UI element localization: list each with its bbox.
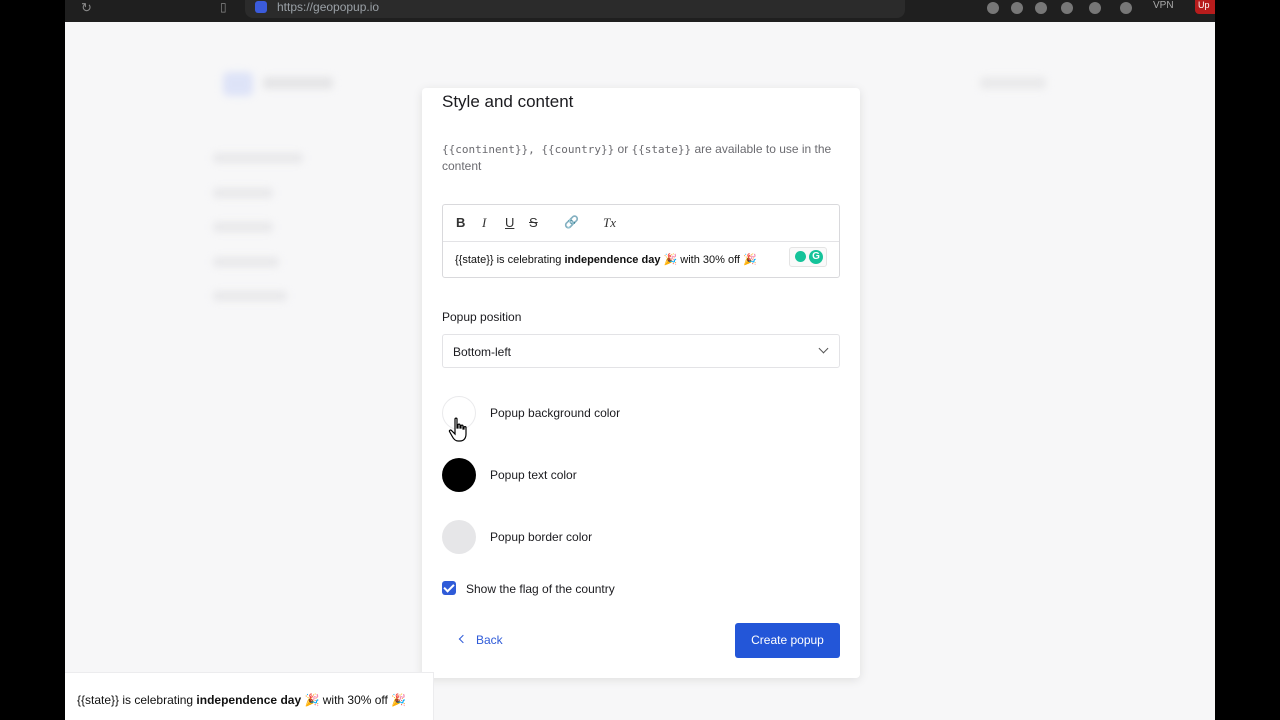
sidebar-item [213, 222, 273, 232]
sidebar-item [213, 188, 273, 198]
address-url[interactable]: https://geopopup.io [277, 0, 379, 14]
bookmark-icon[interactable]: ▯ [220, 0, 227, 14]
preview-text-end: 🎉 with 30% off 🎉 [301, 693, 407, 707]
show-flag-checkbox[interactable] [442, 581, 456, 595]
create-popup-button[interactable]: Create popup [735, 623, 840, 658]
popup-position-label: Popup position [442, 310, 522, 324]
grammarly-widget[interactable]: G [789, 247, 827, 267]
content-text-end: 🎉 with 30% off 🎉 [660, 254, 757, 266]
popup-position-select[interactable]: Bottom-left [442, 334, 840, 368]
clear-format-button[interactable]: Tx [603, 215, 616, 231]
show-flag-label[interactable]: Show the flag of the country [466, 582, 615, 596]
grammarly-bulb-icon[interactable] [795, 251, 806, 262]
variables-hint: {{continent}}, {{country}} or {{state}} … [442, 141, 842, 175]
style-content-modal: Style and content {{continent}}, {{count… [422, 88, 860, 678]
reload-icon[interactable]: ↻ [81, 0, 92, 16]
editor-toolbar: B I U S 🔗 Tx [443, 205, 839, 242]
header-menu-placeholder [980, 77, 1046, 89]
rich-text-editor: B I U S 🔗 Tx {{state}} is celebrating in… [442, 204, 840, 278]
hint-state: {{state}} [631, 143, 692, 156]
text-color-swatch[interactable] [442, 458, 476, 492]
border-color-swatch[interactable] [442, 520, 476, 554]
bold-button[interactable]: B [456, 215, 465, 230]
sidebar-icon[interactable] [1089, 2, 1101, 14]
preview-text-start: {{state}} is celebrating [77, 693, 197, 707]
background-color-label: Popup background color [490, 406, 621, 420]
extension-icon[interactable] [1011, 2, 1023, 14]
italic-button[interactable]: I [482, 215, 486, 231]
popup-position-value: Bottom-left [453, 345, 512, 359]
chevron-left-icon[interactable] [458, 634, 468, 644]
grammarly-icon[interactable]: G [809, 250, 823, 264]
hand-pointer-icon [448, 417, 467, 442]
brand-name-placeholder [263, 77, 333, 89]
underline-button[interactable]: U [505, 215, 514, 230]
browser-toolbar: ↻ ▯ https://geopopup.io VPN Up [65, 0, 1215, 22]
site-favicon-icon [255, 1, 267, 13]
chevron-down-icon [818, 343, 829, 354]
back-button[interactable]: Back [476, 633, 503, 647]
border-color-label: Popup border color [490, 530, 593, 544]
text-color-label: Popup text color [490, 468, 577, 482]
vpn-badge[interactable]: VPN [1153, 0, 1174, 11]
screen: ↻ ▯ https://geopopup.io VPN Up Style and… [0, 0, 1280, 720]
hint-or: or [614, 142, 632, 156]
sidebar-item [213, 257, 279, 267]
hint-variables: {{continent}}, {{country}} [442, 143, 615, 156]
content-bold-text: independence day [564, 254, 661, 266]
puzzle-icon[interactable] [1061, 2, 1073, 14]
sidebar-item [213, 291, 287, 301]
update-badge[interactable]: Up [1195, 0, 1215, 14]
link-button[interactable]: 🔗 [564, 215, 579, 229]
modal-title: Style and content [442, 92, 574, 111]
strikethrough-button[interactable]: S [529, 215, 538, 230]
popup-preview[interactable]: {{state}} is celebrating independence da… [65, 672, 434, 720]
preview-text-bold: independence day [196, 693, 302, 707]
content-text: {{state}} is celebrating [455, 254, 565, 266]
profile-icon[interactable] [1035, 2, 1047, 14]
sidebar-item [213, 153, 303, 163]
extension-icon[interactable] [987, 2, 999, 14]
editor-content[interactable]: {{state}} is celebrating independence da… [455, 253, 757, 266]
logo-icon [223, 72, 253, 96]
wallet-icon[interactable] [1120, 2, 1132, 14]
popup-preview-text: {{state}} is celebrating independence da… [77, 693, 406, 707]
